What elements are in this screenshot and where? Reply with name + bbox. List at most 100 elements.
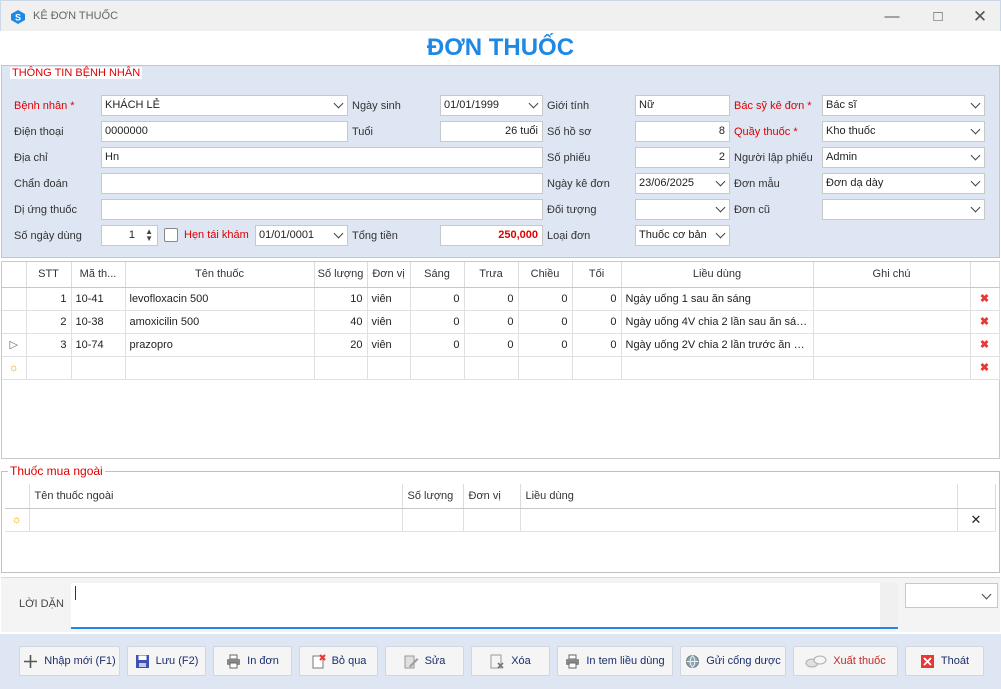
phone-field[interactable]: 0000000 (101, 121, 348, 142)
col-outside-dosage[interactable]: Liều dùng (520, 484, 958, 509)
address-label: Địa chỉ (14, 152, 48, 164)
save-button[interactable]: Lưu (F2) (127, 646, 206, 676)
patient-label: Bệnh nhân * (14, 100, 75, 112)
chevron-down-icon (970, 150, 981, 161)
revisit-checkbox[interactable] (164, 228, 178, 242)
cancel-document-icon (312, 653, 326, 668)
address-field[interactable]: Hn (101, 147, 543, 168)
col-unit[interactable]: Đơn vị (367, 262, 411, 288)
chevron-down-icon (970, 202, 981, 213)
col-stt[interactable]: STT (26, 262, 72, 288)
note-template-select[interactable] (905, 583, 998, 608)
table-header: Tên thuốc ngoài Số lượng Đơn vị Liều dùn… (5, 484, 996, 509)
chevron-down-icon (970, 124, 981, 135)
gender-field[interactable]: Nữ (635, 95, 730, 116)
col-outside-unit[interactable]: Đơn vị (463, 484, 521, 509)
slip-no-field[interactable]: 2 (635, 147, 730, 168)
dob-label: Ngày sinh (352, 100, 401, 112)
title-bar: S KÊ ĐƠN THUỐC — □ ✕ (0, 0, 1001, 31)
col-night[interactable]: Tối (572, 262, 622, 288)
delete-row-icon[interactable]: ✖ (970, 333, 1000, 357)
col-note[interactable]: Ghi chú (813, 262, 971, 288)
allergy-field[interactable] (101, 199, 543, 220)
age-label: Tuổi (352, 126, 373, 138)
old-rx-label: Đơn cũ (734, 204, 770, 216)
send-portal-button[interactable]: Gửi cổng dược (680, 646, 786, 676)
new-row[interactable]: ☼ ✕ (5, 508, 996, 532)
close-icon[interactable]: ✕ (958, 1, 1001, 32)
delete-row-icon[interactable]: ✕ (957, 508, 996, 532)
chevron-down-icon (970, 176, 981, 187)
col-outside-name[interactable]: Tên thuốc ngoài (29, 484, 403, 509)
row-indicator (2, 287, 27, 311)
revisit-label: Hẹn tái khám (184, 229, 249, 241)
old-rx-select[interactable] (822, 199, 985, 220)
table-row[interactable]: 1 10-41 levofloxacin 500 10 viên 0 0 0 0… (2, 287, 1000, 311)
rx-type-select[interactable]: Thuốc cơ bản (635, 225, 730, 246)
new-row[interactable]: ☼ ✖ (2, 356, 1000, 380)
drug-table: STT Mã th... Tên thuốc Số lượng Đơn vị S… (1, 261, 1000, 459)
col-code[interactable]: Mã th... (71, 262, 126, 288)
rx-type-label: Loại đơn (547, 230, 591, 242)
plus-icon (24, 654, 38, 668)
window-title: KÊ ĐƠN THUỐC (33, 10, 119, 22)
diagnosis-label: Chẩn đoán (14, 178, 68, 190)
minimize-icon[interactable]: — (870, 1, 914, 32)
dob-picker[interactable]: 01/01/1999 (440, 95, 543, 116)
action-toolbar: Nhập mới (F1) Lưu (F2) In đơn Bỏ qua Sửa… (0, 634, 1001, 689)
skip-button[interactable]: Bỏ qua (299, 646, 378, 676)
exit-button[interactable]: Thoát (905, 646, 984, 676)
total-field: 250,000 (440, 225, 543, 246)
age-field[interactable]: 26 tuổi (440, 121, 543, 142)
edit-icon (404, 655, 419, 668)
days-label: Số ngày dùng (14, 230, 82, 242)
col-outside-qty[interactable]: Số lượng (402, 484, 464, 509)
col-afternoon[interactable]: Chiều (518, 262, 573, 288)
delete-row-icon[interactable]: ✖ (970, 310, 1000, 334)
new-button[interactable]: Nhập mới (F1) (19, 646, 120, 676)
revisit-date-picker[interactable]: 01/01/0001 (255, 225, 348, 246)
row-indicator (2, 310, 27, 334)
template-select[interactable]: Đơn dạ dày (822, 173, 985, 194)
record-no-field[interactable]: 8 (635, 121, 730, 142)
outside-drugs-legend: Thuốc mua ngoài (8, 464, 105, 478)
pills-icon (805, 655, 827, 667)
chevron-down-icon (333, 98, 344, 109)
days-stepper[interactable]: 1 ▲ ▼ (101, 225, 158, 246)
delete-button[interactable]: Xóa (471, 646, 550, 676)
maximize-icon[interactable]: □ (916, 1, 960, 32)
creator-select[interactable]: Admin (822, 147, 985, 168)
counter-label: Quầy thuốc * (734, 126, 798, 138)
edit-button[interactable]: Sửa (385, 646, 464, 676)
table-header: STT Mã th... Tên thuốc Số lượng Đơn vị S… (2, 262, 1000, 288)
rx-date-label: Ngày kê đơn (547, 178, 610, 190)
rx-date-picker[interactable]: 23/06/2025 (635, 173, 730, 194)
note-textarea[interactable] (71, 583, 898, 629)
gender-label: Giới tính (547, 100, 590, 112)
printer-icon (566, 654, 580, 668)
delete-document-icon (490, 654, 504, 669)
diagnosis-field[interactable] (101, 173, 543, 194)
print-label-button[interactable]: In tem liều dùng (557, 646, 673, 676)
note-scrollbar[interactable] (880, 583, 898, 627)
table-row[interactable]: ▷ 3 10-74 prazopro 20 viên 0 0 0 0 Ngày … (2, 333, 1000, 357)
spinner-icon[interactable]: ▲ ▼ (145, 228, 153, 243)
counter-select[interactable]: Kho thuốc (822, 121, 985, 142)
table-row[interactable]: 2 10-38 amoxicilin 500 40 viên 0 0 0 0 N… (2, 310, 1000, 334)
delete-row-icon[interactable]: ✖ (970, 356, 1000, 380)
col-name[interactable]: Tên thuốc (125, 262, 315, 288)
doctor-label: Bác sỹ kê đơn * (734, 100, 812, 112)
record-no-label: Số hồ sơ (547, 126, 592, 138)
print-button[interactable]: In đơn (213, 646, 292, 676)
col-noon[interactable]: Trưa (464, 262, 519, 288)
subject-select[interactable] (635, 199, 730, 220)
note-label: LỜI DẶN (19, 598, 64, 610)
col-dosage[interactable]: Liều dùng (621, 262, 814, 288)
delete-row-icon[interactable]: ✖ (970, 287, 1000, 311)
patient-select[interactable]: KHÁCH LẺ (101, 95, 348, 116)
col-morning[interactable]: Sáng (410, 262, 465, 288)
allergy-label: Dị ứng thuốc (14, 204, 78, 216)
export-drug-button[interactable]: Xuất thuốc (793, 646, 898, 676)
doctor-select[interactable]: Bác sĩ (822, 95, 985, 116)
col-qty[interactable]: Số lượng (314, 262, 368, 288)
